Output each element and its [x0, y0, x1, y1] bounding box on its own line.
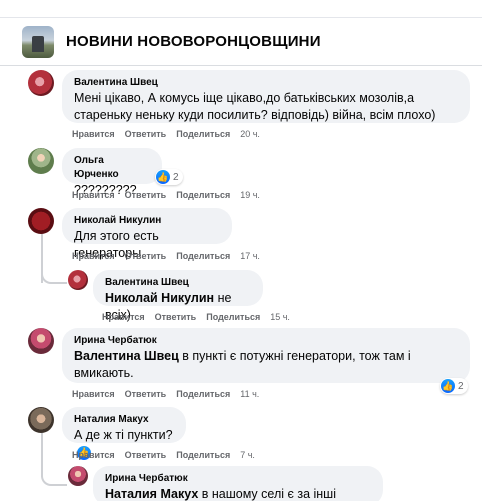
- comment-text: Мені цікаво, А комусь іще цікаво,до бать…: [74, 91, 436, 122]
- reply-link[interactable]: Ответить: [125, 129, 167, 139]
- comment-bubble: Ирина Чербатюк Валентина Швец в пункті є…: [62, 328, 470, 383]
- avatar[interactable]: [28, 328, 54, 354]
- mention-link[interactable]: Николай Никулин: [105, 291, 214, 305]
- reply-bubble: Ирина Чербатюк Наталия Макух в нашому се…: [93, 466, 383, 501]
- top-bar: [0, 0, 482, 18]
- mention-link[interactable]: Наталия Макух: [105, 487, 198, 501]
- avatar[interactable]: [28, 70, 54, 96]
- like-icon: 👍: [156, 170, 170, 184]
- comment-actions: Нравится Ответить Поделиться 15 ч.: [102, 312, 290, 322]
- like-link[interactable]: Нравится: [72, 450, 115, 460]
- reaction-count[interactable]: 👍 2: [440, 378, 468, 394]
- comment-author[interactable]: Валентина Швец: [105, 276, 251, 290]
- share-link[interactable]: Поделиться: [176, 129, 230, 139]
- comment-actions: Нравится Ответить Поделиться 19 ч.: [72, 190, 260, 200]
- comment-bubble: Валентина Швец Мені цікаво, А комусь іще…: [62, 70, 470, 123]
- comment-author[interactable]: Ирина Чербатюк: [74, 334, 458, 348]
- share-link[interactable]: Поделиться: [206, 312, 260, 322]
- comment-time[interactable]: 15 ч.: [270, 312, 290, 322]
- group-photo-icon[interactable]: [22, 25, 54, 58]
- comment-time[interactable]: 17 ч.: [240, 251, 260, 261]
- comment-author[interactable]: Ольга Юрченко: [74, 154, 150, 182]
- comment-bubble: Наталия Макух А де ж ті пункти?👍: [62, 407, 186, 460]
- avatar[interactable]: [28, 208, 54, 234]
- share-link[interactable]: Поделиться: [176, 190, 230, 200]
- comment-author[interactable]: Николай Никулин: [74, 214, 220, 228]
- comment-actions: Нравится Ответить Поделиться 11 ч.: [72, 389, 259, 399]
- comment-time[interactable]: 20 ч.: [240, 129, 260, 139]
- like-link[interactable]: Нравится: [72, 251, 115, 261]
- avatar[interactable]: [28, 148, 54, 174]
- share-link[interactable]: Поделиться: [176, 389, 230, 399]
- group-title[interactable]: НОВИНИ НОВОВОРОНЦОВЩИНИ: [66, 33, 321, 50]
- like-link[interactable]: Нравится: [72, 389, 115, 399]
- comment-text: Валентина Швец в пункті є потужні генера…: [74, 349, 411, 380]
- share-link[interactable]: Поделиться: [176, 251, 230, 261]
- reply-link[interactable]: Ответить: [125, 251, 167, 261]
- reply-connector: [41, 256, 67, 284]
- comment-author[interactable]: Ирина Чербатюк: [105, 472, 371, 486]
- group-header[interactable]: НОВИНИ НОВОВОРОНЦОВЩИНИ: [0, 18, 482, 66]
- avatar[interactable]: [68, 466, 88, 486]
- reply-connector: [41, 458, 67, 486]
- comment-time[interactable]: 11 ч.: [240, 389, 259, 399]
- reply-link[interactable]: Ответить: [125, 389, 167, 399]
- like-link[interactable]: Нравится: [102, 312, 145, 322]
- mention-link[interactable]: Валентина Швец: [74, 349, 179, 363]
- reply-link[interactable]: Ответить: [125, 190, 167, 200]
- comment-actions: Нравится Ответить Поделиться 17 ч.: [72, 251, 260, 261]
- reply-link[interactable]: Ответить: [125, 450, 167, 460]
- comment-bubble: Ольга Юрченко ?????????: [62, 148, 162, 197]
- share-link[interactable]: Поделиться: [176, 450, 230, 460]
- reaction-count[interactable]: 👍 2: [155, 169, 183, 185]
- reply-link[interactable]: Ответить: [155, 312, 197, 322]
- reply-bubble: Валентина Швец Николай Никулин не всіх): [93, 270, 263, 322]
- comment-actions: Нравится Ответить Поделиться 7 ч.: [72, 450, 255, 460]
- like-link[interactable]: Нравится: [72, 129, 115, 139]
- comment-author[interactable]: Наталия Макух: [74, 413, 174, 427]
- avatar[interactable]: [28, 407, 54, 433]
- comments-feed: Валентина Швец Мені цікаво, А комусь іще…: [0, 66, 482, 501]
- avatar[interactable]: [68, 270, 88, 290]
- like-icon: 👍: [441, 379, 455, 393]
- comment-author[interactable]: Валентина Швец: [74, 76, 458, 90]
- comment-actions: Нравится Ответить Поделиться 20 ч.: [72, 129, 260, 139]
- comment-bubble: Николай Никулин Для этого есть генератор…: [62, 208, 232, 260]
- like-link[interactable]: Нравится: [72, 190, 115, 200]
- comment-time[interactable]: 7 ч.: [240, 450, 255, 460]
- comment-text: Наталия Макух в нашому селі є за інші не…: [105, 487, 336, 501]
- comment-time[interactable]: 19 ч.: [240, 190, 260, 200]
